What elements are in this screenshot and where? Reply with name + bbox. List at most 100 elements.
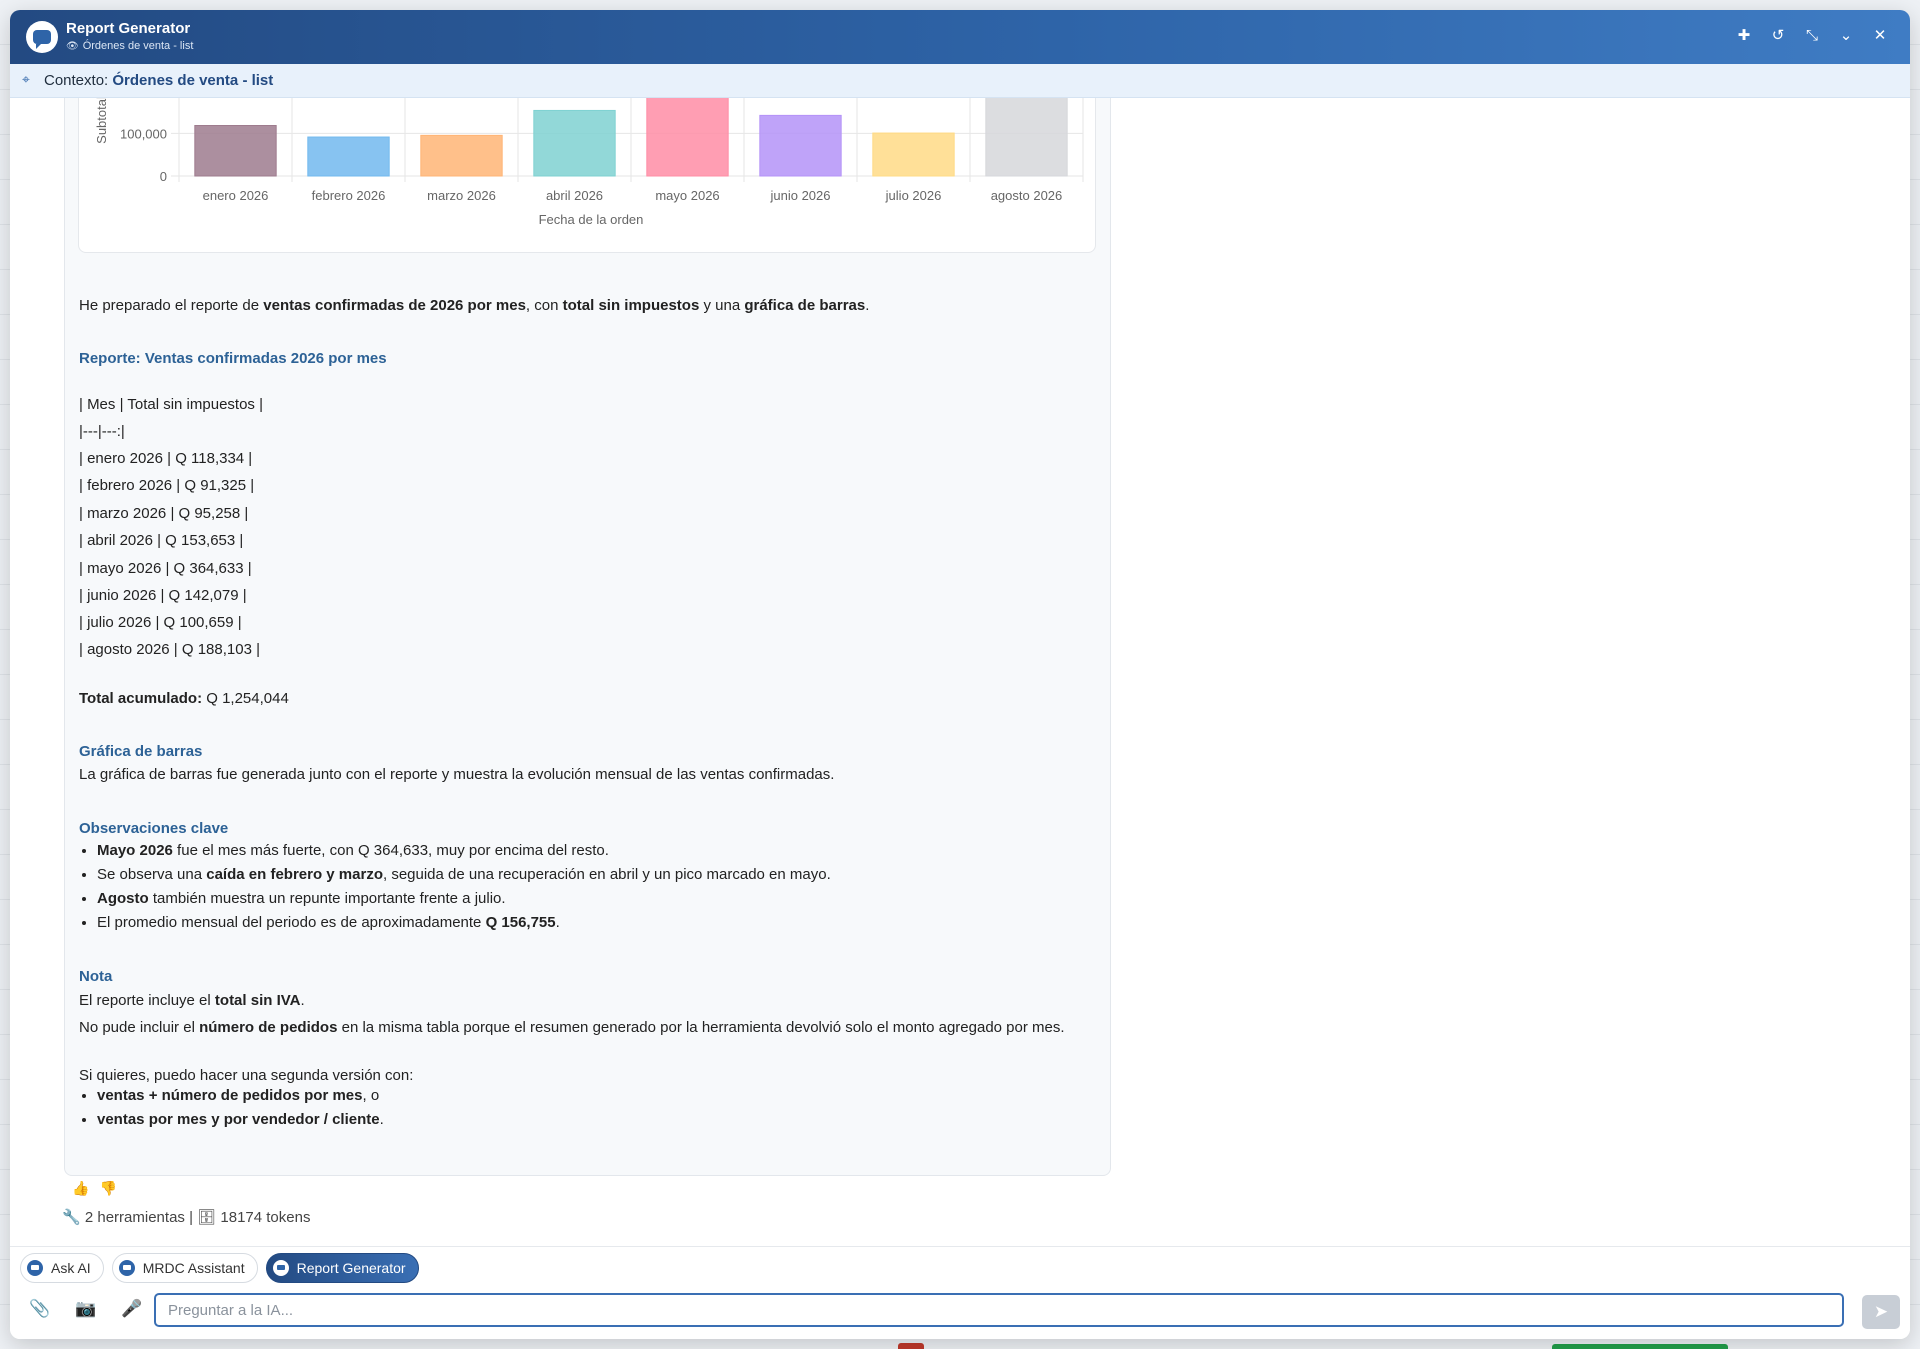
bar-chart: 0 100,000 200,000 Subtotal enero 2026 febrero…	[94, 98, 1084, 227]
window-title: Report Generator	[66, 20, 191, 37]
agent-tab-report-generator[interactable]: Report Generator	[265, 1253, 419, 1283]
note2-bold: número de pedidos	[199, 1019, 338, 1036]
agent-tab-mrdc-assistant[interactable]: MRDC Assistant	[111, 1253, 258, 1283]
observations-heading: Observaciones clave	[79, 820, 229, 837]
agent-tab-ask-ai[interactable]: Ask AI	[20, 1253, 104, 1283]
database-icon: 🗄	[197, 1209, 217, 1226]
paperclip-icon[interactable]: 📎	[28, 1299, 52, 1319]
prompt-input[interactable]	[154, 1293, 1844, 1327]
token-count: 18174 tokens	[220, 1209, 311, 1226]
intro-paragraph: He preparado el reporte de ventas confir…	[79, 297, 869, 314]
title-bar: Report Generator 👁 Órdenes de venta - lis…	[10, 10, 1910, 64]
x-tick-label: mayo 2026	[655, 188, 719, 203]
chart-bar	[985, 98, 1068, 177]
table-line: | agosto 2026 | Q 188,103 |	[79, 641, 260, 658]
chevron-down-icon[interactable]: ⌄	[1836, 26, 1856, 46]
table-line: | julio 2026 | Q 100,659 |	[79, 614, 242, 631]
options-list: ventas + número de pedidos por mes, o ve…	[79, 1084, 384, 1132]
feedback-bar: 👍 👎	[72, 1180, 117, 1197]
chat-icon	[27, 1260, 43, 1276]
y-tick-label: 100,000	[120, 126, 167, 141]
x-tick-label: enero 2026	[203, 188, 269, 203]
note2-text: en la misma tabla porque el resumen gene…	[337, 1019, 1065, 1036]
input-tools: 📎 📷 🎤	[28, 1299, 144, 1319]
chart-description: La gráfica de barras fue generada junto …	[79, 766, 835, 783]
obs4-end: .	[555, 914, 560, 931]
eye-icon: 👁	[66, 41, 79, 52]
opt1-bold: ventas + número de pedidos por mes	[97, 1087, 363, 1104]
x-tick-label: marzo 2026	[427, 188, 496, 203]
x-axis-label: Fecha de la orden	[539, 212, 644, 227]
total-label: Total acumulado:	[79, 690, 203, 707]
plus-icon[interactable]: ✚	[1734, 26, 1754, 46]
list-item: ventas por mes y por vendedor / cliente.	[97, 1108, 384, 1132]
chart-bar	[307, 136, 390, 177]
chart-bar	[420, 134, 503, 177]
list-item: Mayo 2026 fue el mes más fuerte, con Q 3…	[97, 839, 831, 863]
obs1-text: fue el mes más fuerte, con Q 364,633, mu…	[172, 842, 609, 859]
obs2-text: , seguida de una recuperación en abril y…	[382, 866, 831, 883]
x-tick-label: febrero 2026	[312, 188, 386, 203]
report-heading: Reporte: Ventas confirmadas 2026 por mes	[79, 350, 387, 367]
agent-tabs: Ask AI MRDC Assistant Report Generator	[20, 1253, 419, 1283]
total-line: Total acumulado: Q 1,254,044	[79, 690, 289, 707]
list-item: El promedio mensual del periodo es de ap…	[97, 911, 831, 935]
x-tick-label: julio 2026	[885, 188, 942, 203]
opt2-bold: ventas por mes y por vendedor / cliente	[97, 1111, 380, 1128]
table-line: | mayo 2026 | Q 364,633 |	[79, 560, 252, 577]
thumbs-up-icon[interactable]: 👍	[72, 1180, 89, 1197]
report-generator-window: Report Generator 👁 Órdenes de venta - lis…	[10, 10, 1910, 1339]
bar-chart-card: 0 100,000 200,000 Subtotal enero 2026 febrero…	[78, 98, 1096, 253]
obs2-pre: Se observa una	[97, 866, 207, 883]
agent-tab-label: Ask AI	[51, 1260, 91, 1276]
send-icon: ➤	[1873, 1302, 1889, 1321]
history-icon[interactable]: ↺	[1768, 26, 1788, 46]
obs4-pre: El promedio mensual del periodo es de ap…	[97, 914, 486, 931]
intro-bold-2: total sin impuestos	[562, 297, 700, 314]
tools-count: 2 herramientas	[84, 1209, 185, 1226]
window-controls: ✚ ↺ ⤡ ⌄ ✕	[1734, 26, 1890, 46]
obs2-bold: caída en febrero y marzo	[206, 866, 383, 883]
x-tick-label: abril 2026	[546, 188, 603, 203]
table-line: | enero 2026 | Q 118,334 |	[79, 450, 253, 467]
intro-bold-3: gráfica de barras	[744, 297, 866, 314]
obs3-text: también muestra un repunte importante fr…	[148, 890, 506, 907]
chat-content[interactable]: 0 100,000 200,000 Subtotal enero 2026 febrero…	[10, 98, 1910, 1246]
chart-bar	[533, 109, 616, 177]
wrench-icon: 🔧	[62, 1209, 81, 1226]
camera-icon[interactable]: 📷	[74, 1299, 98, 1319]
note2-pre: No pude incluir el	[79, 1019, 200, 1036]
y-tick-label: 0	[160, 169, 167, 184]
x-tick-label: junio 2026	[770, 188, 831, 203]
table-line: | abril 2026 | Q 153,653 |	[79, 532, 244, 549]
close-icon[interactable]: ✕	[1870, 26, 1890, 46]
thumbs-down-icon[interactable]: 👎	[99, 1180, 116, 1197]
chat-icon	[272, 1260, 289, 1276]
intro-pre: He preparado el reporte de	[79, 297, 264, 314]
note-line-2: No pude incluir el número de pedidos en …	[79, 1019, 1065, 1036]
total-value: Q 1,254,044	[202, 690, 289, 707]
table-line: | Mes | Total sin impuestos |	[79, 396, 263, 413]
intro-bold-1: ventas confirmadas de 2026 por mes	[263, 297, 526, 314]
context-label: Contexto:	[44, 72, 109, 89]
microphone-icon[interactable]: 🎤	[120, 1299, 144, 1319]
chart-bar	[194, 125, 277, 177]
note-heading: Nota	[79, 968, 113, 985]
message-meta: 🔧 2 herramientas | 🗄 18174 tokens	[62, 1208, 310, 1226]
assistant-message: 0 100,000 200,000 Subtotal enero 2026 febrero…	[64, 98, 1111, 1176]
observations-list: Mayo 2026 fue el mes más fuerte, con Q 3…	[79, 839, 831, 935]
obs3-bold: Agosto	[97, 890, 149, 907]
offer-text: Si quieres, puedo hacer una segunda vers…	[79, 1067, 414, 1084]
window-subtitle-text: Órdenes de venta - list	[82, 40, 194, 52]
agent-tab-label: Report Generator	[296, 1260, 406, 1276]
send-button[interactable]: ➤	[1862, 1295, 1900, 1329]
note1-end: .	[300, 992, 305, 1009]
list-item: Agosto también muestra un repunte import…	[97, 887, 831, 911]
meta-separator: |	[189, 1209, 193, 1226]
obs4-bold: Q 156,755	[485, 914, 556, 931]
compress-icon[interactable]: ⤡	[1802, 26, 1822, 46]
y-tick-label: 200,000	[120, 98, 167, 99]
note-line-1: El reporte incluye el total sin IVA.	[79, 992, 305, 1009]
table-line: | febrero 2026 | Q 91,325 |	[79, 477, 255, 494]
list-item: Se observa una caída en febrero y marzo,…	[97, 863, 831, 887]
